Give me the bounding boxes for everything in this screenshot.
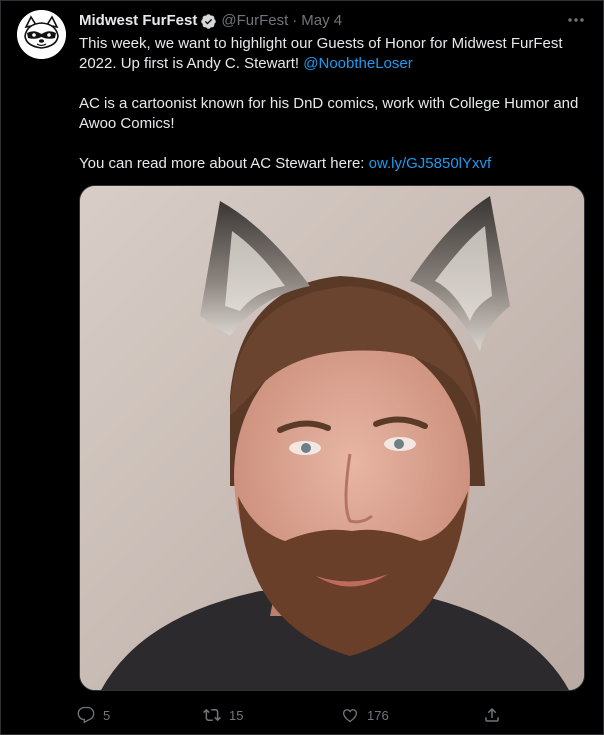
reply-button[interactable]: 5: [69, 701, 110, 729]
tweet-card[interactable]: Midwest FurFest @FurFest · May 4 This we…: [0, 0, 604, 735]
raccoon-mascot-icon: [17, 10, 66, 59]
more-icon: [568, 18, 584, 22]
verified-badge-icon: [200, 13, 217, 30]
reply-count: 5: [103, 707, 111, 723]
header-separator: ·: [292, 12, 298, 29]
paragraph-3-text: You can read more about AC Stewart here:: [79, 155, 369, 172]
reply-icon: [77, 706, 95, 724]
tweet-date[interactable]: May 4: [301, 11, 342, 31]
tweet-actions: 5 15 176: [69, 701, 519, 729]
mention-link[interactable]: @NoobtheLoser: [303, 55, 412, 72]
like-button[interactable]: 176: [333, 701, 389, 729]
tweet-photo[interactable]: [79, 185, 585, 691]
tweet-paragraph-3: You can read more about AC Stewart here:…: [79, 154, 584, 174]
heart-icon: [342, 709, 358, 723]
author-handle[interactable]: @FurFest: [221, 11, 288, 31]
tweet-header: Midwest FurFest @FurFest · May 4: [79, 11, 342, 31]
more-options-button[interactable]: [565, 9, 587, 31]
share-button[interactable]: [475, 701, 509, 729]
avatar[interactable]: [17, 10, 66, 59]
external-link[interactable]: ow.ly/GJ5850lYxvf: [369, 155, 492, 172]
retweet-button[interactable]: 15: [195, 701, 243, 729]
display-name[interactable]: Midwest FurFest: [79, 11, 197, 31]
photo-illustration: [80, 186, 584, 690]
tweet-paragraph-1: This week, we want to highlight our Gues…: [79, 34, 584, 74]
share-icon: [485, 707, 499, 722]
retweet-count: 15: [229, 707, 244, 723]
tweet-text: This week, we want to highlight our Gues…: [79, 34, 584, 174]
retweet-icon: [203, 708, 221, 722]
tweet-paragraph-2: AC is a cartoonist known for his DnD com…: [79, 95, 579, 132]
like-count: 176: [367, 707, 389, 723]
